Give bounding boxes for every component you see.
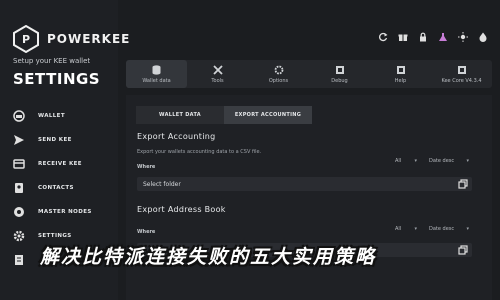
sidebar-item-wallet[interactable]: WALLET — [12, 104, 112, 128]
gear-icon — [12, 229, 26, 243]
brand-name: POWERKEE — [47, 32, 131, 46]
chevron-down-icon: ▾ — [466, 157, 469, 164]
wallet-subtitle: Setup your KEE wallet — [13, 57, 91, 65]
tab-label: Tools — [211, 77, 224, 84]
overlay-caption: 解决比特派连接失败的五大实用策略 — [40, 246, 377, 268]
sidebar-item-contacts[interactable]: CONTACTS — [12, 176, 112, 200]
main-tabs: Wallet data Tools Options Debug Help Kee… — [126, 60, 492, 88]
export-accounting-description: Export your wallets accounting data to a… — [137, 149, 262, 155]
page-title: SETTINGS — [13, 70, 101, 88]
contacts-icon — [12, 181, 26, 195]
sidebar-item-label: MASTER NODES — [38, 209, 92, 215]
tab-label: Debug — [331, 77, 348, 84]
filter-value: All — [395, 157, 402, 164]
sidebar-item-receive[interactable]: RECEIVE KEE — [12, 152, 112, 176]
powerkee-logo-icon: P — [13, 25, 39, 53]
receive-icon — [12, 157, 26, 171]
folder-placeholder: Select folder — [143, 180, 181, 188]
export-address-book-title: Export Address Book — [137, 205, 226, 214]
svg-text:P: P — [22, 33, 30, 46]
debug-icon — [335, 65, 345, 75]
options-icon — [274, 65, 284, 75]
lock-icon[interactable] — [418, 32, 428, 42]
sub-tabs: WALLET DATA EXPORT ACCOUNTING — [136, 106, 312, 124]
chevron-down-icon: ▾ — [466, 225, 469, 232]
database-icon — [152, 64, 162, 75]
chevron-down-icon: ▾ — [414, 157, 417, 164]
tab-wallet-data[interactable]: Wallet data — [126, 60, 187, 88]
tab-options[interactable]: Options — [248, 60, 309, 88]
tab-wallet-data-sub[interactable]: WALLET DATA — [136, 106, 224, 124]
tools-icon — [212, 64, 223, 75]
tab-debug[interactable]: Debug — [309, 60, 370, 88]
refresh-icon[interactable] — [378, 32, 388, 42]
send-icon — [12, 133, 26, 147]
info-icon — [457, 65, 467, 75]
top-toolbar — [378, 32, 488, 42]
sidebar-item-label: WALLET — [38, 113, 65, 119]
sidebar-item-master-nodes[interactable]: MASTER NODES — [12, 200, 112, 224]
sort-dropdown[interactable]: Date desc ▾ — [426, 223, 472, 234]
select-folder-field[interactable]: Select folder — [137, 177, 472, 191]
where-label: Where — [137, 164, 156, 170]
sidebar-item-label: SEND KEE — [38, 137, 72, 143]
logo: P POWERKEE — [13, 25, 130, 53]
chevron-down-icon: ▾ — [414, 225, 417, 232]
sort-value: Date desc — [429, 157, 455, 164]
filter-dropdown[interactable]: All ▾ — [392, 223, 420, 234]
tab-label: Help — [394, 77, 407, 84]
sidebar-item-label: CONTACTS — [38, 185, 74, 191]
tab-tools[interactable]: Tools — [187, 60, 248, 88]
sort-value: Date desc — [429, 225, 455, 232]
flask-icon[interactable] — [438, 32, 448, 42]
where-label: Where — [137, 229, 156, 235]
gift-icon[interactable] — [398, 32, 408, 42]
copy-icon[interactable] — [458, 245, 468, 255]
tab-label: Kee Core V4.3.4 — [441, 77, 482, 84]
tab-export-accounting[interactable]: EXPORT ACCOUNTING — [224, 106, 312, 124]
filter-dropdown[interactable]: All ▾ — [392, 155, 420, 166]
tab-label: Options — [268, 77, 289, 84]
help-icon — [396, 65, 406, 75]
tab-help[interactable]: Help — [370, 60, 431, 88]
fire-icon[interactable] — [478, 32, 488, 42]
tab-version[interactable]: Kee Core V4.3.4 — [431, 60, 492, 88]
wallet-icon — [12, 109, 26, 123]
sort-dropdown[interactable]: Date desc ▾ — [426, 155, 472, 166]
sun-icon[interactable] — [458, 32, 468, 42]
filter-value: All — [395, 225, 402, 232]
doc-icon — [12, 253, 26, 267]
sidebar-item-label: SETTINGS — [38, 233, 72, 239]
export-accounting-title: Export Accounting — [137, 132, 216, 141]
sidebar-item-label: RECEIVE KEE — [38, 161, 82, 167]
tab-label: Wallet data — [142, 77, 171, 84]
nodes-icon — [12, 205, 26, 219]
copy-icon[interactable] — [458, 179, 468, 189]
sidebar-item-send[interactable]: SEND KEE — [12, 128, 112, 152]
content-panel: WALLET DATA EXPORT ACCOUNTING Export Acc… — [126, 95, 492, 300]
